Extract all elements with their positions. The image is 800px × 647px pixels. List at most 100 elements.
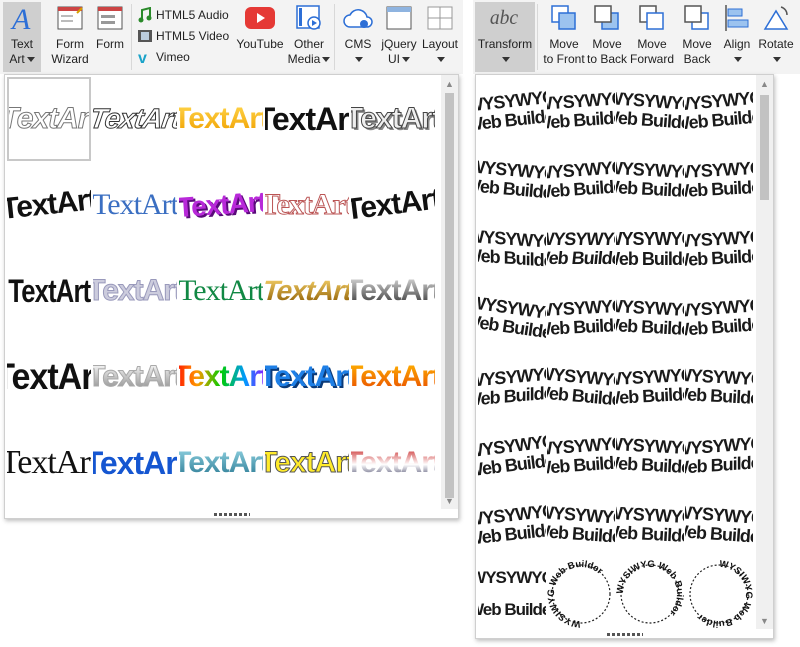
resize-grip[interactable] (606, 633, 643, 636)
transform-style-item[interactable]: WYSYWYGWeb Builder (547, 422, 615, 490)
transform-button[interactable]: abc Transform (475, 2, 535, 72)
textart-style-item[interactable]: TextArt (265, 335, 349, 419)
transform-style-item[interactable]: WYSYWYGWeb Builder (478, 77, 546, 145)
scrollbar-thumb[interactable] (445, 93, 454, 498)
scrollbar-thumb[interactable] (760, 95, 769, 200)
layout-label: Layout (421, 37, 459, 51)
textart-style-item[interactable]: TextArt (265, 163, 349, 247)
scroll-up-icon[interactable]: ▲ (756, 75, 773, 92)
transform-style-item[interactable]: WYSIWYG Web Builder (685, 560, 753, 628)
scroll-down-icon[interactable]: ▼ (756, 612, 773, 629)
transform-style-item[interactable]: WYSYWYGWeb Builder (616, 146, 684, 214)
transform-style-item[interactable]: WYSYWYGWeb Builder (478, 146, 546, 214)
resize-grip[interactable] (213, 513, 250, 516)
transform-style-item[interactable]: WYSYWYGWeb Builder (478, 353, 546, 421)
transform-style-item[interactable]: WYSIWYG Web Builder (616, 560, 684, 628)
rotate-button[interactable]: Rotate (755, 2, 797, 72)
textart-style-item[interactable]: TextArt (265, 421, 349, 505)
textart-style-item[interactable]: TextArt (179, 77, 263, 161)
transform-style-item[interactable]: WYSYWYGWeb Builder (478, 215, 546, 283)
textart-style-item[interactable]: TextArt (93, 163, 177, 247)
vimeo-icon: v (137, 49, 153, 65)
vertical-scrollbar[interactable]: ▲ ▼ (756, 75, 773, 629)
chevron-down-icon (402, 57, 410, 63)
textart-style-item[interactable]: TextArt (351, 421, 435, 505)
scroll-down-icon[interactable]: ▼ (441, 492, 458, 509)
textart-style-item[interactable]: TextArt (351, 77, 435, 161)
sample-line-2: Web Builder (685, 176, 753, 202)
sample-line-1: WYSYWYG (478, 567, 546, 587)
transform-sample-text: WYSYWYGWeb Builder (616, 229, 684, 269)
textart-style-item[interactable]: TextArt (179, 249, 263, 333)
transform-style-item[interactable]: WYSYWYGWeb Builder (547, 284, 615, 352)
move-forward-label: Move Forward (629, 37, 674, 66)
transform-style-item[interactable]: WYSYWYGWeb Builder (547, 353, 615, 421)
textart-style-item[interactable]: TextArt (7, 335, 91, 419)
transform-sample-text: WYSYWYGWeb Builder (547, 433, 615, 479)
textart-style-item[interactable]: TextArt (265, 249, 349, 333)
textart-style-item[interactable]: TextArt (265, 77, 349, 161)
transform-style-item[interactable]: WYSYWYGWeb Builder (685, 353, 753, 421)
textart-style-item[interactable]: TextArt (93, 421, 177, 505)
scroll-up-icon[interactable]: ▲ (441, 75, 458, 92)
transform-gallery-panel: WYSYWYG Web Builder WYSYWYG Web Builder WYSY… (475, 74, 774, 639)
html5-audio-button[interactable]: HTML5 Audio (137, 5, 229, 24)
vertical-scrollbar[interactable]: ▲ ▼ (441, 75, 458, 509)
vimeo-button[interactable]: v Vimeo (137, 47, 190, 66)
transform-style-item[interactable]: WYSYWYGWeb Builder (478, 560, 546, 628)
transform-style-item[interactable]: WYSIWYG Web Builder (547, 560, 615, 628)
transform-style-item[interactable]: WYSYWYGWeb Builder (616, 284, 684, 352)
cms-button[interactable]: CMS (339, 2, 377, 72)
textart-sample-text: TextArt (179, 185, 263, 224)
transform-style-item[interactable]: WYSYWYGWeb Builder (547, 77, 615, 145)
textart-style-item[interactable]: TextArt (93, 249, 177, 333)
textart-style-item[interactable]: TextArt (179, 163, 263, 247)
html5-video-button[interactable]: HTML5 Video (137, 26, 229, 45)
move-back-button[interactable]: Move Back (675, 2, 719, 72)
textart-style-item[interactable]: TextArt (179, 335, 263, 419)
move-to-front-button[interactable]: Move to Front (541, 2, 587, 72)
textart-style-item[interactable]: TextArt (7, 249, 91, 333)
textart-style-item[interactable]: TextArt (7, 77, 91, 161)
move-to-back-button[interactable]: Move to Back (585, 2, 629, 72)
textart-style-item[interactable]: TextArt (93, 335, 177, 419)
transform-style-item[interactable]: WYSYWYGWeb Builder (616, 491, 684, 559)
form-wizard-button[interactable]: Form Wizard (48, 2, 92, 72)
transform-style-item[interactable]: WYSYWYGWeb Builder (616, 353, 684, 421)
transform-style-item[interactable]: WYSYWYGWeb Builder (616, 215, 684, 283)
move-forward-button[interactable]: Move Forward (628, 2, 676, 72)
youtube-button[interactable]: YouTube (235, 2, 285, 72)
transform-style-item[interactable]: WYSYWYGWeb Builder (547, 491, 615, 559)
sample-line-2: Web Builder (616, 314, 684, 340)
transform-style-item[interactable]: WYSYWYGWeb Builder (685, 491, 753, 559)
textart-style-item[interactable]: TextArt (7, 421, 91, 505)
transform-style-item[interactable]: WYSYWYGWeb Builder (685, 146, 753, 214)
transform-style-item[interactable]: WYSYWYGWeb Builder (685, 77, 753, 145)
layout-button[interactable]: Layout (420, 2, 460, 72)
textart-style-item[interactable]: TextArt (351, 163, 435, 247)
textart-style-item[interactable]: TextArt (7, 163, 91, 247)
transform-style-item[interactable]: WYSYWYGWeb Builder (478, 284, 546, 352)
textart-style-item[interactable]: TextArt (179, 421, 263, 505)
textart-style-item[interactable]: TextArt (93, 77, 177, 161)
transform-style-item[interactable]: WYSYWYGWeb Builder (616, 422, 684, 490)
textart-sample-text: TextArt (351, 362, 435, 392)
textart-sample-text: TextArt (7, 102, 91, 135)
text-art-button[interactable]: A Text Art (3, 2, 41, 72)
jquery-ui-button[interactable]: jQuery UI (379, 2, 419, 72)
transform-style-item[interactable]: WYSYWYGWeb Builder (478, 491, 546, 559)
form-button[interactable]: Form (92, 2, 128, 72)
transform-style-item[interactable]: WYSYWYGWeb Builder (685, 422, 753, 490)
textart-style-item[interactable]: TextArt (351, 249, 435, 333)
transform-style-item[interactable]: WYSYWYGWeb Builder (685, 284, 753, 352)
transform-style-item[interactable]: WYSYWYGWeb Builder (478, 422, 546, 490)
sample-line-2: Web Builder (547, 451, 615, 479)
transform-style-item[interactable]: WYSYWYGWeb Builder (685, 215, 753, 283)
align-button[interactable]: Align (719, 2, 755, 72)
textart-style-item[interactable]: TextArt (351, 335, 435, 419)
bring-to-front-icon (548, 2, 580, 34)
transform-style-item[interactable]: WYSYWYGWeb Builder (616, 77, 684, 145)
transform-style-item[interactable]: WYSYWYGWeb Builder (547, 146, 615, 214)
transform-style-item[interactable]: WYSYWYGWeb Builder (547, 215, 615, 283)
other-media-button[interactable]: Other Media (287, 2, 331, 72)
